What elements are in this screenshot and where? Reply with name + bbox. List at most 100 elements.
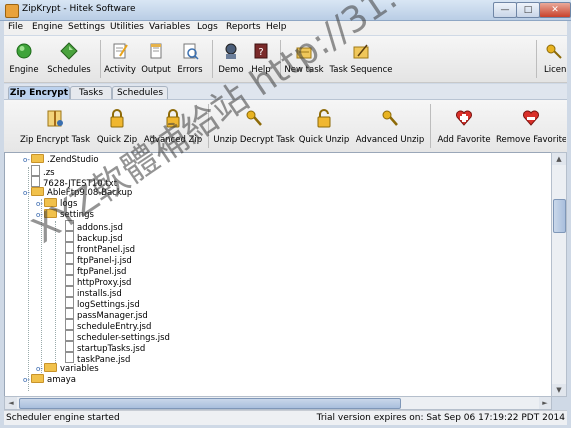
tree-node-file[interactable]: taskPane.jsd xyxy=(65,352,130,365)
output-icon xyxy=(150,43,162,59)
tree-node-file[interactable]: 7628-JTEST10.txt xyxy=(31,176,117,189)
engine-icon xyxy=(16,43,32,59)
tree-node-file[interactable]: startupTasks.jsd xyxy=(65,341,145,354)
zip-encrypt-task-button[interactable]: Zip Encrypt Task xyxy=(18,100,92,152)
menu-utilities[interactable]: Utilities xyxy=(110,22,144,32)
menu-reports[interactable]: Reports xyxy=(226,22,261,32)
maximize-button[interactable]: □ xyxy=(516,2,540,18)
tab-strip: Zip Encrypt Tasks Schedules xyxy=(4,84,567,100)
advanced-zip-button[interactable]: Advanced Zip xyxy=(142,100,204,152)
file-icon xyxy=(65,297,74,308)
horizontal-scrollbar[interactable]: ◄ ► xyxy=(4,396,552,410)
main-toolbar: Engine Schedules Activity Output Errors … xyxy=(4,36,567,83)
tab-tasks[interactable]: Tasks xyxy=(70,86,112,100)
toolbar-separator xyxy=(212,40,213,78)
tree-node-folder[interactable]: o-settings xyxy=(36,209,94,220)
app-icon xyxy=(5,4,19,18)
demo-button[interactable]: Demo xyxy=(216,36,246,82)
title-bar: ZipKrypt - Hitek Software — □ ✕ xyxy=(0,0,571,21)
scroll-right-arrow-icon[interactable]: ► xyxy=(539,397,551,409)
tree-node-file[interactable]: logSettings.jsd xyxy=(65,297,140,310)
toolbar-separator xyxy=(430,104,431,148)
menu-file[interactable]: File xyxy=(8,22,23,32)
activity-icon xyxy=(113,43,128,59)
scroll-down-arrow-icon[interactable]: ▼ xyxy=(552,384,566,396)
file-icon xyxy=(65,264,74,275)
menu-logs[interactable]: Logs xyxy=(197,22,218,32)
menu-variables[interactable]: Variables xyxy=(149,22,190,32)
folder-icon xyxy=(44,209,57,218)
scroll-up-arrow-icon[interactable]: ▲ xyxy=(552,153,566,165)
task-sequence-button[interactable]: Task Sequence xyxy=(328,36,394,82)
quick-unzip-button[interactable]: Quick Unzip xyxy=(298,100,350,152)
help-button[interactable]: ? Help xyxy=(248,36,274,82)
demo-icon xyxy=(225,43,237,59)
schedules-icon xyxy=(60,42,78,60)
tree-node-file[interactable]: .zs xyxy=(31,165,55,178)
tree-node-folder[interactable]: o- .ZendStudio xyxy=(23,154,99,165)
tree-guide-line xyxy=(55,221,56,367)
tree-guide-line xyxy=(28,167,29,391)
add-favorite-heart-icon xyxy=(456,110,472,126)
toolbar-separator xyxy=(100,40,101,78)
errors-button[interactable]: Errors xyxy=(174,36,206,82)
tree-node-file[interactable]: backup.jsd xyxy=(65,231,123,244)
engine-button[interactable]: Engine xyxy=(6,36,42,82)
activity-button[interactable]: Activity xyxy=(102,36,138,82)
file-icon xyxy=(65,253,74,264)
file-icon xyxy=(65,319,74,330)
advanced-unzip-button[interactable]: Advanced Unzip xyxy=(354,100,426,152)
output-button[interactable]: Output xyxy=(140,36,172,82)
menu-settings[interactable]: Settings xyxy=(68,22,105,32)
menu-engine[interactable]: Engine xyxy=(32,22,63,32)
file-icon xyxy=(65,220,74,231)
new-task-button[interactable]: New task xyxy=(282,36,326,82)
toolbar-separator xyxy=(536,40,537,78)
tree-node-file[interactable]: ftpPanel.jsd xyxy=(65,264,126,277)
tree-node-file[interactable]: httpProxy.jsd xyxy=(65,275,131,288)
vertical-scroll-thumb[interactable] xyxy=(553,199,566,233)
schedules-button[interactable]: Schedules xyxy=(44,36,94,82)
zip-encrypt-task-icon xyxy=(47,110,63,127)
tree-node-folder[interactable]: o-amaya xyxy=(23,374,76,385)
menu-help[interactable]: Help xyxy=(266,22,287,32)
tree-node-file[interactable]: scheduleEntry.jsd xyxy=(65,319,151,332)
task-sequence-icon xyxy=(353,44,369,59)
close-button[interactable]: ✕ xyxy=(539,2,571,18)
vertical-scrollbar[interactable]: ▲ ▼ xyxy=(551,152,567,397)
tab-schedules[interactable]: Schedules xyxy=(112,86,168,100)
errors-icon xyxy=(183,43,199,60)
tree-node-file[interactable]: frontPanel.jsd xyxy=(65,242,135,255)
tree-node-file[interactable]: ftpPanel-j.jsd xyxy=(65,253,132,266)
tree-node-folder[interactable]: o- AbleFtp9.08-Backup xyxy=(23,187,132,198)
tree-node-file[interactable]: scheduler-settings.jsd xyxy=(65,330,170,343)
tree-node-file[interactable]: installs.jsd xyxy=(65,286,122,299)
scroll-left-arrow-icon[interactable]: ◄ xyxy=(5,397,17,409)
quick-zip-button[interactable]: Quick Zip xyxy=(94,100,140,152)
file-tree[interactable]: o- .ZendStudio .zs 7628-JTEST10.txt o- Abl… xyxy=(4,152,552,397)
menu-bar: File Engine Settings Utilities Variables… xyxy=(4,21,567,35)
tree-node-file[interactable]: addons.jsd xyxy=(65,220,123,233)
new-task-icon xyxy=(296,47,312,59)
zip-toolbar: Zip Encrypt Task Quick Zip Advanced Zip … xyxy=(4,99,567,153)
status-message: Scheduler engine started xyxy=(6,413,120,423)
file-icon xyxy=(65,231,74,242)
add-favorite-button[interactable]: Add Favorite xyxy=(434,100,494,152)
file-icon xyxy=(65,341,74,352)
unzip-decrypt-task-button[interactable]: Unzip Decrypt Task xyxy=(212,100,296,152)
tab-zip-encrypt[interactable]: Zip Encrypt xyxy=(8,86,70,100)
toolbar-separator xyxy=(280,40,281,78)
minimize-button[interactable]: — xyxy=(493,2,517,18)
folder-icon xyxy=(44,363,57,372)
license-button[interactable]: Licen xyxy=(540,36,567,82)
window-title: ZipKrypt - Hitek Software xyxy=(22,4,136,14)
tree-node-folder[interactable]: o-variables xyxy=(36,363,99,374)
file-icon xyxy=(31,176,40,187)
file-icon xyxy=(65,275,74,286)
horizontal-scroll-thumb[interactable] xyxy=(19,398,401,409)
file-icon xyxy=(65,242,74,253)
quick-zip-lock-icon xyxy=(110,109,124,128)
remove-favorite-button[interactable]: Remove Favorite xyxy=(496,100,566,152)
tree-node-file[interactable]: passManager.jsd xyxy=(65,308,148,321)
tree-node-folder[interactable]: o-logs xyxy=(36,198,77,209)
